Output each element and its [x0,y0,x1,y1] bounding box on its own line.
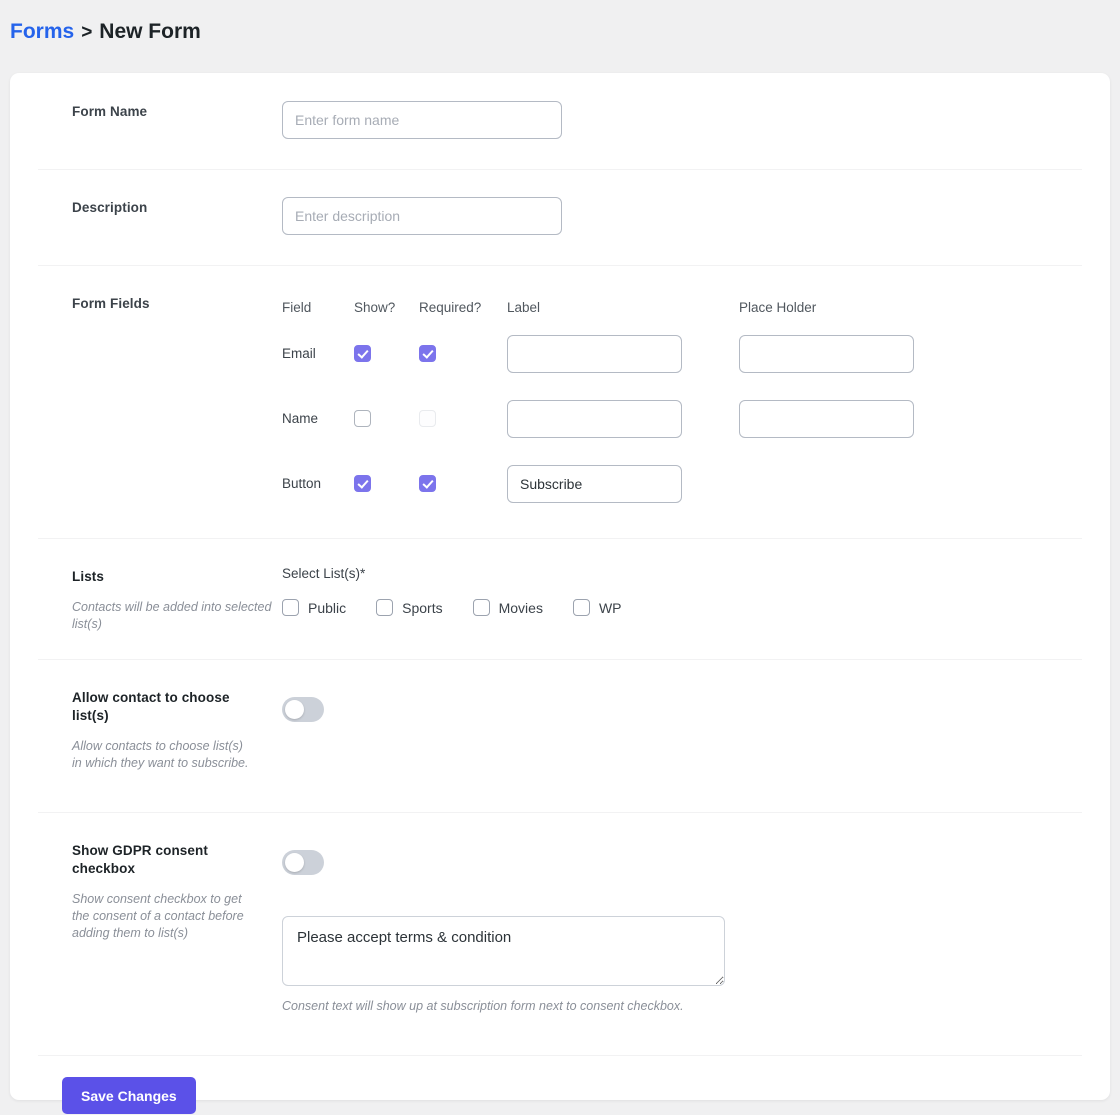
toggle-knob [285,853,304,872]
row-form-fields: Form Fields Field Show? Required? Label … [10,265,1110,538]
description-label: Description [72,200,148,215]
field-name-name: Name [282,411,319,426]
consent-help-text: Consent text will show up at subscriptio… [282,999,684,1013]
form-name-label-col: Form Name [38,73,282,121]
list-checkbox-sports[interactable] [376,599,394,616]
form-fields-table: Field Show? Required? Label Place Holder… [282,293,1082,516]
required-cell-email [419,344,507,363]
label-cell-name [507,399,739,438]
lists-checkbox-group: Public Sports Movies WP [282,599,702,631]
show-checkbox-email[interactable] [354,344,371,362]
form-fields-label-col: Form Fields [38,265,282,313]
column-header-show: Show? [354,299,396,315]
lists-label: Lists [72,569,105,584]
allow-choose-hint: Allow contacts to choose list(s) in whic… [72,739,249,770]
allow-choose-label-col: Allow contact to choose list(s) Allow co… [38,659,282,772]
gdpr-field-col: Consent text will show up at subscriptio… [282,812,1082,1013]
form-editor-card: Form Name Description Form Fields Field … [10,73,1110,1114]
column-header-label: Label [507,299,541,315]
form-fields-table-col: Field Show? Required? Label Place Holder… [282,265,1082,516]
row-gdpr-consent: Show GDPR consent checkbox Show consent … [10,812,1110,1055]
gdpr-label-col: Show GDPR consent checkbox Show consent … [38,812,282,942]
allow-choose-label: Allow contact to choose list(s) [72,690,230,723]
label-cell-button [507,464,739,503]
save-changes-button[interactable]: Save Changes [62,1077,196,1114]
field-name-email: Email [282,346,316,361]
form-name-field-col [282,73,1082,139]
breadcrumb-current-page: New Form [99,20,201,43]
list-option-label: Public [308,599,347,616]
list-option-label: Movies [498,599,543,616]
row-description: Description [10,169,1110,265]
placeholder-input-email[interactable] [739,334,914,373]
required-checkbox-name [419,409,436,427]
field-name-button: Button [282,476,322,491]
gdpr-label: Show GDPR consent checkbox [72,843,208,876]
required-checkbox-email[interactable] [419,344,436,362]
lists-label-col: Lists Contacts will be added into select… [38,538,282,633]
show-checkbox-button[interactable] [354,474,371,492]
description-field-col [282,169,1082,235]
breadcrumb-link-forms[interactable]: Forms [10,18,74,46]
row-lists: Lists Contacts will be added into select… [10,538,1110,659]
show-checkbox-name[interactable] [354,409,371,427]
table-row: Email [282,321,1082,386]
form-footer: Save Changes [10,1055,1110,1114]
breadcrumb: Forms > New Form [0,0,1120,73]
form-name-label: Form Name [72,104,148,119]
row-form-name: Form Name [10,73,1110,169]
column-header-required: Required? [419,299,482,315]
label-input-button[interactable] [507,464,682,503]
column-header-field: Field [282,299,312,315]
gdpr-hint: Show consent checkbox to get the consent… [72,892,244,940]
table-header-row: Field Show? Required? Label Place Holder [282,293,1082,321]
table-row: Button [282,451,1082,516]
form-name-input[interactable] [282,101,562,139]
toggle-knob [285,700,304,719]
placeholder-cell-name [739,399,939,438]
description-input[interactable] [282,197,562,235]
list-option-label: Sports [402,599,443,616]
list-option-public[interactable]: Public [282,599,346,616]
select-lists-label: Select List(s)* [282,566,366,581]
consent-text-textarea[interactable] [282,916,725,986]
description-label-col: Description [38,169,282,217]
list-option-sports[interactable]: Sports [376,599,443,616]
required-cell-name [419,409,507,428]
form-fields-label: Form Fields [72,296,150,311]
breadcrumb-separator: > [81,22,93,43]
placeholder-input-name[interactable] [739,399,914,438]
placeholder-cell-email [739,334,939,373]
list-checkbox-public[interactable] [282,599,299,616]
table-row: Name [282,386,1082,451]
required-checkbox-button[interactable] [419,474,436,492]
list-option-movies[interactable]: Movies [472,599,543,616]
allow-choose-field-col [282,659,1082,727]
list-checkbox-movies[interactable] [472,599,490,616]
show-cell-name [354,409,419,428]
show-cell-button [354,474,419,493]
label-cell-email [507,334,739,373]
gdpr-toggle[interactable] [282,850,324,875]
list-checkbox-wp[interactable] [572,599,590,616]
lists-field-col: Select List(s)* Public Sports Movies WP [282,538,1082,631]
show-cell-email [354,344,419,363]
label-input-email[interactable] [507,334,682,373]
allow-choose-toggle[interactable] [282,697,324,722]
lists-hint: Contacts will be added into selected lis… [72,600,272,631]
list-option-label: WP [598,599,622,616]
label-input-name[interactable] [507,399,682,438]
required-cell-button [419,474,507,493]
row-allow-choose-lists: Allow contact to choose list(s) Allow co… [10,659,1110,812]
column-header-placeholder: Place Holder [739,299,817,315]
list-option-wp[interactable]: WP [572,599,622,616]
